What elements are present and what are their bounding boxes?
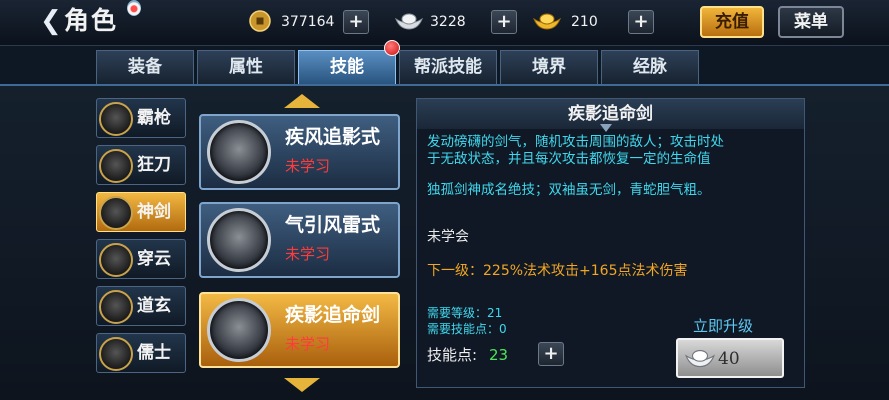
tab-guild-skills[interactable]: 帮派技能 (399, 50, 497, 84)
notification-dot-icon (127, 0, 141, 16)
category-label: 道玄 (137, 296, 171, 316)
gold-ingot-icon (532, 13, 562, 30)
tab-attributes[interactable]: 属性 (197, 50, 295, 84)
skill-card[interactable]: 疾风追影式 未学习 (199, 114, 400, 190)
category-blade[interactable]: 狂刀 (96, 145, 186, 185)
skill-points-label: 技能点: (427, 346, 478, 364)
skill-points-value: 23 (489, 346, 509, 364)
category-label: 霸枪 (137, 108, 171, 128)
copper-coin-icon (249, 10, 271, 32)
upgrade-cost: 40 (718, 349, 740, 369)
skill-card[interactable]: 气引风雷式 未学习 (199, 202, 400, 278)
skill-lore: 独孤剑神成名绝技；双袖虽无剑，青蛇胆气粗。 (427, 182, 711, 198)
bow-icon (99, 243, 133, 277)
category-label: 穿云 (137, 249, 171, 269)
required-skill-points: 需要技能点：0 (427, 322, 507, 336)
tab-skills-badge (384, 40, 400, 56)
skill-card-selected[interactable]: 疾影追命剑 未学习 (199, 292, 400, 368)
category-bow[interactable]: 穿云 (96, 239, 186, 279)
blade-icon (99, 149, 133, 183)
add-copper-button[interactable]: + (343, 10, 369, 34)
skill-description: 发动磅礴的剑气，随机攻击周围的敌人；攻击时处于无敌状态，并且每次攻击都恢复一定的… (427, 134, 724, 167)
tab-realm[interactable]: 境界 (500, 50, 598, 84)
add-gold-button[interactable]: + (628, 10, 654, 34)
skill-name: 疾风追影式 (285, 126, 381, 148)
skill-sword-icon (207, 208, 271, 272)
back-arrow-icon[interactable]: ❮ (40, 6, 62, 36)
tab-meridians[interactable]: 经脉 (601, 50, 699, 84)
learn-status: 未学会 (427, 229, 469, 245)
taoist-icon (99, 290, 133, 324)
required-level: 需要等级：21 (427, 306, 503, 320)
gold-ingot-value: 210 (571, 14, 598, 30)
detail-title: 疾影追命剑 (568, 104, 653, 124)
upgrade-now-label: 立即升级 (693, 317, 754, 335)
menu-button[interactable]: 菜单 (778, 6, 844, 38)
upgrade-button[interactable]: 40 (676, 338, 784, 378)
copper-coin-value: 377164 (281, 14, 335, 30)
scroll-up-arrow-icon[interactable] (284, 94, 320, 108)
silver-ingot-icon (394, 13, 424, 30)
spear-icon (99, 102, 133, 136)
scroll-down-arrow-icon[interactable] (284, 378, 320, 392)
skill-status: 未学习 (285, 335, 331, 353)
category-scholar[interactable]: 儒士 (96, 333, 186, 373)
category-sword[interactable]: 神剑 (96, 192, 186, 232)
skill-name: 疾影追命剑 (285, 304, 381, 326)
recharge-button[interactable]: 充值 (700, 6, 764, 38)
sword-icon (99, 196, 133, 230)
skill-name: 气引风雷式 (285, 214, 381, 236)
add-skill-points-button[interactable]: + (538, 342, 564, 366)
fan-icon (99, 337, 133, 371)
tab-skills[interactable]: 技能 (298, 50, 396, 84)
skill-sword-icon (207, 298, 271, 362)
category-label: 狂刀 (137, 155, 171, 175)
silver-ingot-value: 3228 (430, 14, 466, 30)
tab-equipment[interactable]: 装备 (96, 50, 194, 84)
window-title: 角色 (64, 6, 119, 35)
add-silver-button[interactable]: + (491, 10, 517, 34)
category-spear[interactable]: 霸枪 (96, 98, 186, 138)
skill-sword-icon (207, 120, 271, 184)
category-label: 儒士 (137, 343, 171, 363)
category-taoist[interactable]: 道玄 (96, 286, 186, 326)
skill-status: 未学习 (285, 245, 331, 263)
category-label: 神剑 (137, 202, 171, 222)
skill-status: 未学习 (285, 157, 331, 175)
silver-ingot-icon (684, 350, 716, 368)
next-level-effect: 下一级：225%法术攻击+165点法术伤害 (427, 263, 688, 279)
